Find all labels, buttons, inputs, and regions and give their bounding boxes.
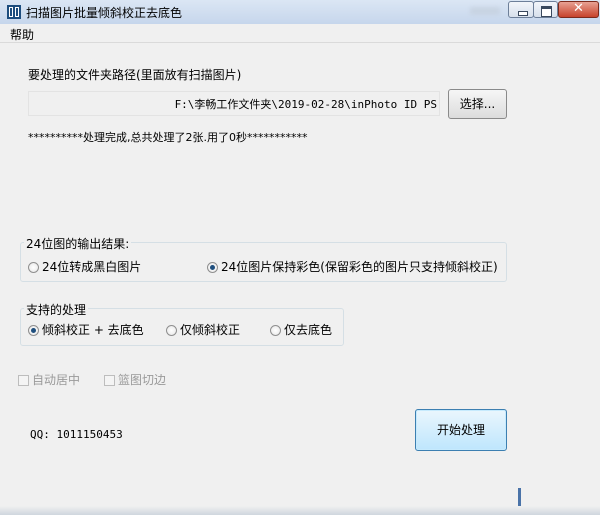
title-bar[interactable]: 扫描图片批量倾斜校正去底色 ✕ bbox=[0, 0, 600, 25]
window-bottom-edge bbox=[0, 506, 600, 515]
checkbox-crop-edges[interactable]: 篮图切边 bbox=[104, 371, 166, 388]
menu-bar: 帮助 bbox=[0, 24, 600, 43]
maximize-button[interactable] bbox=[533, 1, 558, 18]
radio-deskew-remove-bg[interactable]: 倾斜校正 + 去底色 bbox=[28, 321, 144, 338]
radio-remove-bg-only-button[interactable] bbox=[270, 325, 281, 336]
checkbox-auto-center-box[interactable] bbox=[18, 375, 29, 386]
window-title: 扫描图片批量倾斜校正去底色 bbox=[26, 6, 183, 20]
folder-path-label: 要处理的文件夹路径(里面放有扫描图片) bbox=[28, 68, 242, 82]
checkbox-auto-center-label: 自动居中 bbox=[32, 373, 81, 387]
folder-path-value: F:\李畅工作文件夹\2019-02-28\inPhoto ID PS bbox=[174, 98, 437, 111]
radio-keep-color-label: 24位图片保持彩色(保留彩色的图片只支持倾斜校正) bbox=[221, 260, 498, 274]
radio-deskew-remove-bg-label: 倾斜校正 + 去底色 bbox=[42, 323, 144, 337]
folder-path-field[interactable]: F:\李畅工作文件夹\2019-02-28\inPhoto ID PS bbox=[28, 91, 440, 116]
radio-deskew-only-label: 仅倾斜校正 bbox=[180, 323, 241, 337]
processing-options-group-title: 支持的处理 bbox=[24, 301, 89, 318]
start-processing-button[interactable]: 开始处理 bbox=[415, 409, 507, 451]
radio-keep-color-button[interactable] bbox=[207, 262, 218, 273]
maximize-icon bbox=[541, 6, 552, 17]
radio-black-white-label: 24位转成黑白图片 bbox=[42, 260, 142, 274]
checkbox-crop-edges-box[interactable] bbox=[104, 375, 115, 386]
status-message: **********处理完成,总共处理了2张.用了0秒*********** bbox=[28, 131, 308, 144]
close-icon: ✕ bbox=[573, 1, 584, 16]
radio-remove-bg-only-label: 仅去底色 bbox=[284, 323, 333, 337]
radio-remove-bg-only[interactable]: 仅去底色 bbox=[270, 321, 332, 338]
close-button[interactable]: ✕ bbox=[558, 1, 599, 18]
radio-deskew-only[interactable]: 仅倾斜校正 bbox=[166, 321, 240, 338]
radio-deskew-remove-bg-button[interactable] bbox=[28, 325, 39, 336]
output-result-group-title: 24位图的输出结果: bbox=[24, 235, 132, 252]
app-icon bbox=[7, 5, 21, 19]
choose-folder-button[interactable]: 选择... bbox=[448, 89, 507, 119]
main-window: 扫描图片批量倾斜校正去底色 ✕ 帮助 要处理的文件夹路径(里面放有扫描图片) F… bbox=[0, 0, 600, 515]
checkbox-crop-edges-label: 篮图切边 bbox=[118, 373, 167, 387]
checkbox-auto-center[interactable]: 自动居中 bbox=[18, 371, 80, 388]
radio-keep-color[interactable]: 24位图片保持彩色(保留彩色的图片只支持倾斜校正) bbox=[207, 258, 498, 275]
radio-black-white[interactable]: 24位转成黑白图片 bbox=[28, 258, 141, 275]
minimize-icon bbox=[518, 11, 528, 16]
menu-help[interactable]: 帮助 bbox=[10, 26, 34, 43]
radio-black-white-button[interactable] bbox=[28, 262, 39, 273]
title-bar-decoration bbox=[470, 7, 500, 15]
radio-deskew-only-button[interactable] bbox=[166, 325, 177, 336]
minimize-button[interactable] bbox=[508, 1, 534, 18]
qq-contact: QQ: 1011150453 bbox=[30, 428, 123, 441]
